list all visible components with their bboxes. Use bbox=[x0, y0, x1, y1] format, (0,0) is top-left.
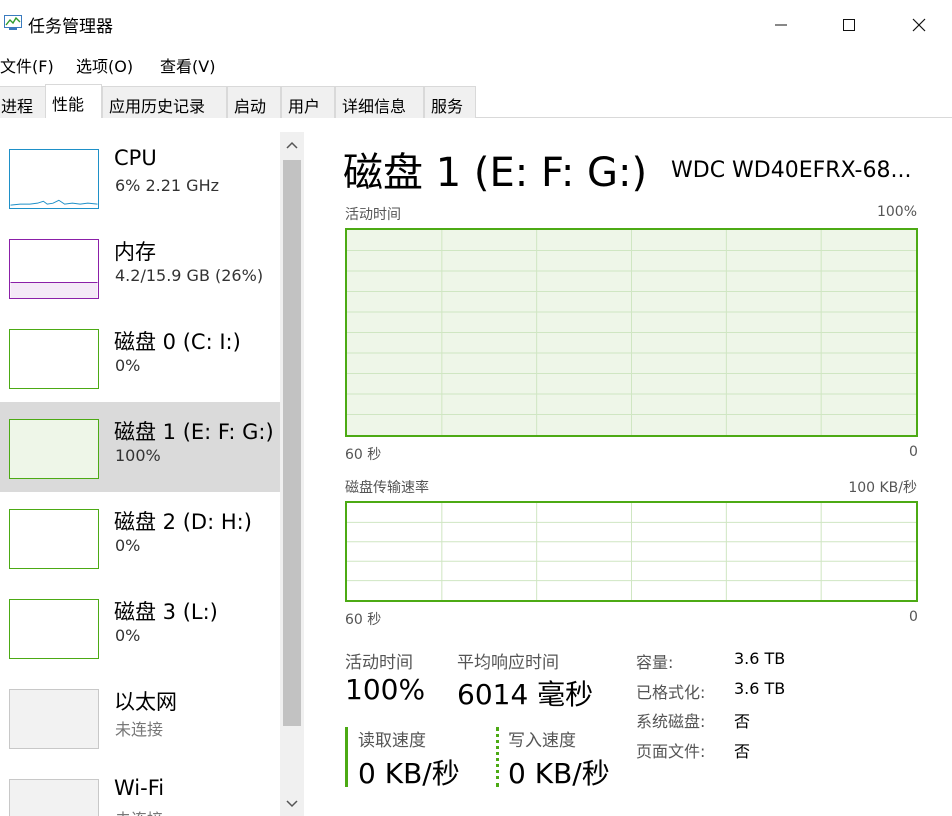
scroll-thumb[interactable] bbox=[283, 160, 301, 726]
resource-name: 磁盘 2 (D: H:) bbox=[114, 510, 252, 534]
menu-file[interactable]: 文件(F) bbox=[0, 53, 54, 77]
resource-item-cpu[interactable]: CPU 6% 2.21 GHz bbox=[0, 132, 280, 222]
resource-item-disk-1[interactable]: 磁盘 1 (E: F: G:) 100% bbox=[0, 402, 280, 492]
resource-list-scrollbar[interactable] bbox=[280, 132, 304, 816]
capacity-label: 容量: bbox=[636, 653, 674, 672]
resource-item-disk-0[interactable]: 磁盘 0 (C: I:) 0% bbox=[0, 312, 280, 402]
tab-services[interactable]: 服务 bbox=[424, 86, 476, 118]
resource-item-ethernet[interactable]: 以太网 未连接 bbox=[0, 672, 280, 762]
resource-value: 100% bbox=[115, 446, 161, 465]
transfer-rate-chart bbox=[345, 501, 918, 602]
avg-response-time-label: 平均响应时间 bbox=[457, 653, 559, 673]
menu-options[interactable]: 选项(O) bbox=[76, 53, 133, 77]
write-speed-value: 0 KB/秒 bbox=[508, 757, 610, 790]
write-speed-label: 写入速度 bbox=[508, 731, 576, 751]
resource-name: Wi-Fi bbox=[114, 776, 165, 800]
transfer-rate-chart-max: 100 KB/秒 bbox=[848, 480, 917, 496]
active-time-chart-label: 活动时间 bbox=[345, 207, 401, 223]
minimize-icon bbox=[775, 24, 787, 26]
title-bar: 任务管理器 bbox=[0, 0, 952, 50]
tab-startup[interactable]: 启动 bbox=[227, 86, 281, 118]
resource-name: 磁盘 0 (C: I:) bbox=[114, 330, 241, 354]
avg-response-time-value: 6014 毫秒 bbox=[457, 678, 594, 711]
maximize-button[interactable] bbox=[826, 8, 872, 42]
close-icon bbox=[912, 18, 926, 32]
active-time-chart-max: 100% bbox=[876, 204, 917, 220]
resource-value: 未连接 bbox=[115, 720, 164, 739]
resource-value: 0% bbox=[115, 356, 141, 375]
page-file-value: 否 bbox=[734, 742, 751, 761]
capacity-value: 3.6 TB bbox=[734, 649, 786, 668]
close-button[interactable] bbox=[896, 8, 942, 42]
transfer-rate-chart-label: 磁盘传输速率 bbox=[345, 480, 429, 496]
read-speed-label: 读取速度 bbox=[358, 731, 426, 751]
scroll-down-button[interactable] bbox=[280, 792, 304, 816]
resource-name: CPU bbox=[114, 146, 157, 170]
resource-item-wifi[interactable]: Wi-Fi 未连接 bbox=[0, 762, 280, 816]
resource-list: CPU 6% 2.21 GHz 内存 4.2/15.9 GB (26%) 磁盘 … bbox=[0, 118, 280, 816]
window-title: 任务管理器 bbox=[28, 17, 113, 37]
cpu-thumbnail-graph bbox=[9, 149, 99, 209]
disk-3-thumbnail-graph bbox=[9, 599, 99, 659]
resource-value: 0% bbox=[115, 626, 141, 645]
resource-value: 0% bbox=[115, 536, 141, 555]
active-time-label: 活动时间 bbox=[345, 653, 413, 673]
ethernet-thumbnail-graph bbox=[9, 689, 99, 749]
memory-thumbnail-graph bbox=[9, 239, 99, 299]
chevron-down-icon bbox=[286, 800, 298, 808]
formatted-value: 3.6 TB bbox=[734, 679, 786, 698]
active-time-value: 100% bbox=[345, 673, 426, 706]
disk-0-thumbnail-graph bbox=[9, 329, 99, 389]
menu-bar: 文件(F) 选项(O) 查看(V) bbox=[0, 50, 952, 80]
active-time-chart-time-right: 0 bbox=[909, 444, 918, 460]
resource-item-disk-3[interactable]: 磁盘 3 (L:) 0% bbox=[0, 582, 280, 672]
task-manager-icon bbox=[4, 15, 22, 30]
resource-name: 磁盘 1 (E: F: G:) bbox=[114, 420, 274, 444]
resource-name: 内存 bbox=[114, 240, 156, 264]
page-title: 磁盘 1 (E: F: G:) bbox=[343, 150, 648, 196]
tab-app-history[interactable]: 应用历史记录 bbox=[102, 86, 227, 118]
transfer-rate-chart-time-left: 60 秒 bbox=[345, 612, 382, 628]
page-file-label: 页面文件: bbox=[636, 742, 706, 761]
chevron-up-icon bbox=[286, 141, 298, 149]
write-speed-indicator bbox=[496, 727, 499, 787]
active-time-chart bbox=[345, 228, 918, 437]
resource-value: 未连接 bbox=[115, 806, 163, 816]
disk-2-thumbnail-graph bbox=[9, 509, 99, 569]
maximize-icon bbox=[843, 19, 855, 31]
tab-processes[interactable]: 进程 bbox=[0, 86, 46, 118]
resource-value: 4.2/15.9 GB (26%) bbox=[115, 266, 264, 285]
wifi-thumbnail-graph bbox=[9, 779, 99, 816]
tab-details[interactable]: 详细信息 bbox=[335, 86, 424, 118]
scroll-up-button[interactable] bbox=[280, 132, 304, 158]
read-speed-value: 0 KB/秒 bbox=[358, 757, 460, 790]
tab-performance[interactable]: 性能 bbox=[45, 84, 102, 118]
transfer-rate-chart-time-right: 0 bbox=[909, 609, 918, 625]
system-disk-label: 系统磁盘: bbox=[636, 712, 706, 731]
disk-model: WDC WD40EFRX-68... bbox=[671, 158, 912, 183]
resource-item-disk-2[interactable]: 磁盘 2 (D: H:) 0% bbox=[0, 492, 280, 582]
menu-view[interactable]: 查看(V) bbox=[160, 53, 215, 77]
resource-name: 以太网 bbox=[114, 690, 177, 714]
disk-1-thumbnail-graph bbox=[9, 419, 99, 479]
resource-item-memory[interactable]: 内存 4.2/15.9 GB (26%) bbox=[0, 222, 280, 312]
system-disk-value: 否 bbox=[734, 712, 751, 731]
minimize-button[interactable] bbox=[758, 8, 804, 42]
tab-bar: 进程 性能 应用历史记录 启动 用户 详细信息 服务 bbox=[0, 84, 952, 118]
resource-value: 6% 2.21 GHz bbox=[115, 176, 220, 195]
tab-users[interactable]: 用户 bbox=[281, 86, 335, 118]
active-time-chart-time-left: 60 秒 bbox=[345, 447, 382, 463]
formatted-label: 已格式化: bbox=[636, 683, 706, 702]
resource-name: 磁盘 3 (L:) bbox=[114, 600, 218, 624]
read-speed-indicator bbox=[345, 727, 348, 787]
